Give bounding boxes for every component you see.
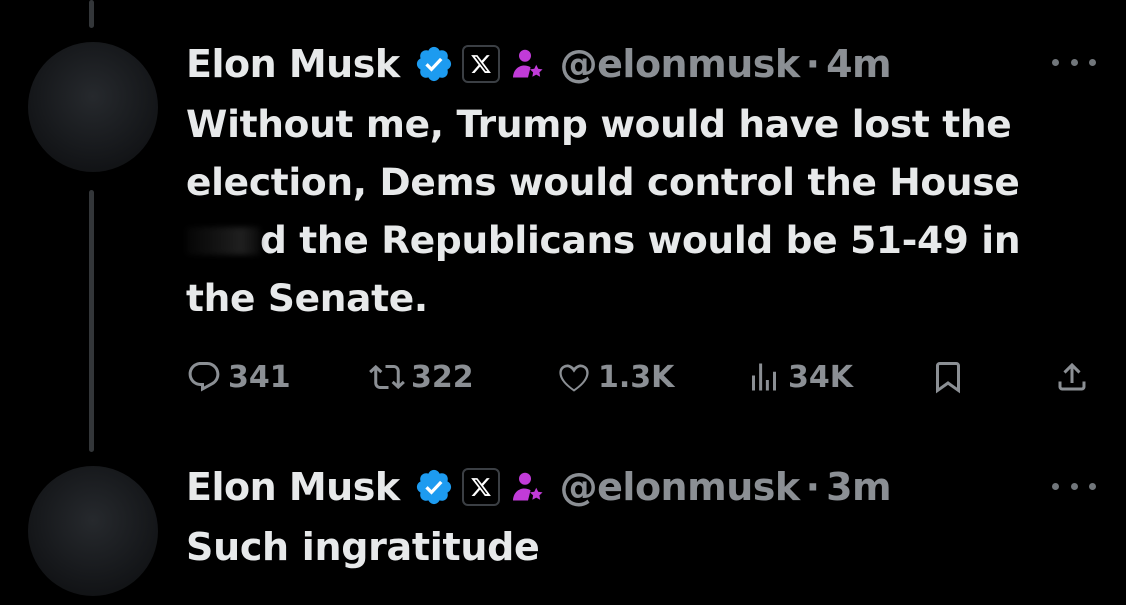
tweet-text: Without me, Trump would have lost the el… <box>186 95 1086 327</box>
views-count: 34K <box>788 359 853 395</box>
like-button[interactable]: 1.3K <box>556 352 674 402</box>
author-name[interactable]: Elon Musk <box>186 42 400 86</box>
affiliate-person-star-icon <box>510 469 546 505</box>
author-name[interactable]: Elon Musk <box>186 465 400 509</box>
verified-badge-icon[interactable] <box>414 44 454 84</box>
separator-dot: · <box>805 42 821 86</box>
tweet-timestamp[interactable]: 3m <box>826 465 892 509</box>
reply-button[interactable]: 341 <box>186 352 291 402</box>
views-button[interactable]: 34K <box>746 352 853 402</box>
retweet-count: 322 <box>411 359 474 395</box>
verified-badge-icon[interactable] <box>414 467 454 507</box>
affiliate-person-star-icon <box>510 46 546 82</box>
redacted-text <box>186 227 260 255</box>
bookmark-icon <box>936 362 960 394</box>
heart-icon <box>559 364 589 392</box>
author-handle[interactable]: @elonmusk <box>560 42 801 86</box>
separator-dot: · <box>805 465 821 509</box>
reply-bubble-icon <box>188 362 220 392</box>
x-logo-icon[interactable] <box>461 468 500 506</box>
x-logo-icon[interactable] <box>461 45 500 83</box>
tweet-text-part: Without me, Trump would have lost the el… <box>186 102 1020 204</box>
tweet-header: Elon Musk @elonmusk · 4m <box>186 40 892 88</box>
tweet-actions: 341 322 1.3K 34K <box>186 352 1096 402</box>
tweet-text: Such ingratitude <box>186 525 540 569</box>
bookmark-button[interactable] <box>930 352 966 402</box>
share-upload-icon <box>1058 362 1086 391</box>
retweet-icon <box>369 364 405 390</box>
tweet-text-part: d the Republicans would be 51-49 in the … <box>186 218 1021 320</box>
like-count: 1.3K <box>598 359 675 395</box>
retweet-button[interactable]: 322 <box>369 352 474 402</box>
reply-count: 341 <box>228 359 291 395</box>
thread-connector-top <box>89 0 94 28</box>
tweet-header: Elon Musk @elonmusk · 3m <box>186 463 892 511</box>
author-handle[interactable]: @elonmusk <box>560 465 801 509</box>
share-button[interactable] <box>1054 352 1090 402</box>
more-horizontal-icon[interactable] <box>1052 476 1096 496</box>
views-bar-chart-icon <box>752 363 776 391</box>
avatar[interactable] <box>28 42 158 172</box>
tweet-timestamp[interactable]: 4m <box>826 42 892 86</box>
avatar[interactable] <box>28 466 158 596</box>
thread-connector <box>89 190 94 452</box>
thread-view: Elon Musk @elonmusk · 4m Without me, Tru… <box>0 0 1126 605</box>
more-horizontal-icon[interactable] <box>1052 52 1096 72</box>
